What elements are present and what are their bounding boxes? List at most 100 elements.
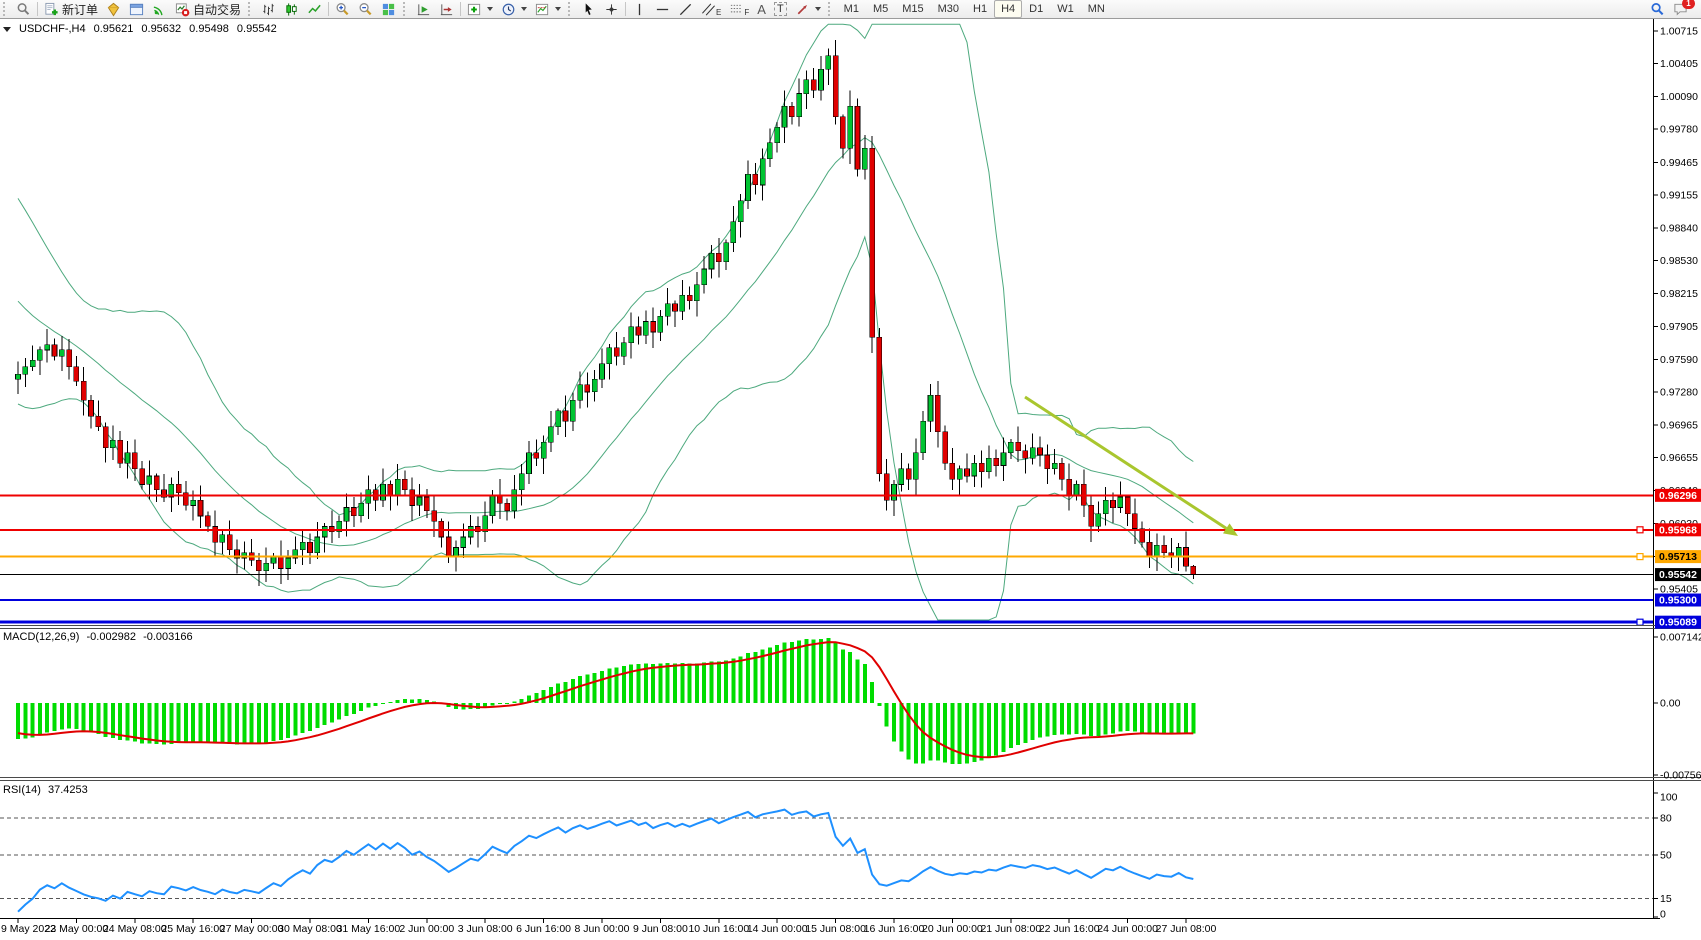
svg-text:0.97280: 0.97280 — [1660, 386, 1698, 398]
search-button[interactable] — [1646, 1, 1669, 18]
svg-text:0.98215: 0.98215 — [1660, 288, 1698, 300]
timeframe-w1[interactable]: W1 — [1050, 0, 1081, 18]
fibonacci-tool-button[interactable]: F — [725, 1, 753, 18]
new-order-button[interactable]: 新订单 — [40, 1, 102, 18]
autoscroll-icon — [416, 2, 431, 17]
svg-text:27 Jun 08:00: 27 Jun 08:00 — [1156, 923, 1217, 935]
symbol-period: USDCHF-,H4 — [19, 23, 86, 35]
autoscroll-button[interactable] — [412, 1, 435, 18]
chart-shift-button[interactable] — [435, 1, 458, 18]
timeframe-h4[interactable]: H4 — [994, 0, 1022, 18]
arrows-tool-button[interactable] — [791, 1, 825, 18]
text-label-icon: T — [774, 2, 787, 16]
svg-text:22 Jun 16:00: 22 Jun 16:00 — [1039, 923, 1100, 935]
svg-text:0.99155: 0.99155 — [1660, 189, 1698, 201]
equidistant-channel-tool-button[interactable]: E — [697, 1, 725, 18]
svg-text:16 Jun 16:00: 16 Jun 16:00 — [864, 923, 925, 935]
svg-text:20 Jun 00:00: 20 Jun 00:00 — [922, 923, 983, 935]
candles-layer — [16, 40, 1196, 586]
candlestick-chart-button[interactable] — [280, 1, 303, 18]
svg-text:3 Jun 08:00: 3 Jun 08:00 — [458, 923, 513, 935]
text-tool-icon: A — [757, 2, 766, 17]
toolbar-grip — [403, 2, 409, 16]
svg-text:25 May 16:00: 25 May 16:00 — [161, 923, 225, 935]
dropdown-caret-icon — [521, 7, 527, 11]
separator — [460, 2, 461, 16]
timeframe-m15[interactable]: M15 — [895, 0, 930, 18]
gold-gem-icon — [106, 2, 121, 17]
price-hlines[interactable] — [0, 495, 1653, 625]
svg-text:21 Jun 08:00: 21 Jun 08:00 — [980, 923, 1041, 935]
rsi-indicator-label: RSI(14) 37.4253 — [3, 784, 92, 796]
toolbar-grip — [568, 2, 574, 16]
trendline-icon — [678, 2, 693, 17]
svg-text:6 Jun 16:00: 6 Jun 16:00 — [516, 923, 571, 935]
svg-text:9 Jun 08:00: 9 Jun 08:00 — [633, 923, 688, 935]
svg-text:0.96655: 0.96655 — [1660, 452, 1698, 464]
svg-text:1.00090: 1.00090 — [1660, 91, 1698, 103]
text-tool-button[interactable]: A — [753, 1, 770, 18]
chart-window-button[interactable] — [125, 1, 148, 18]
cursor-tool-button[interactable] — [577, 1, 600, 18]
svg-text:24 May 08:00: 24 May 08:00 — [103, 923, 167, 935]
svg-text:0.99465: 0.99465 — [1660, 157, 1698, 169]
svg-text:0.98840: 0.98840 — [1660, 223, 1698, 235]
vertical-line-tool-button[interactable] — [628, 1, 651, 18]
search-icon — [1650, 2, 1665, 17]
svg-text:8 Jun 00:00: 8 Jun 00:00 — [575, 923, 630, 935]
timeframe-m30[interactable]: M30 — [931, 0, 966, 18]
clock-icon — [501, 2, 516, 17]
separator — [328, 2, 329, 16]
dropdown-caret-icon — [555, 7, 561, 11]
svg-text:50: 50 — [1660, 850, 1672, 862]
line-chart-button[interactable] — [303, 1, 326, 18]
horizontal-line-tool-button[interactable] — [651, 1, 674, 18]
svg-text:0.96965: 0.96965 — [1660, 420, 1698, 432]
toolbar-grip — [248, 2, 254, 16]
zoom-in-button[interactable] — [331, 1, 354, 18]
template-chart-icon — [535, 2, 550, 17]
svg-text:0.99780: 0.99780 — [1660, 124, 1698, 136]
collapse-icon[interactable] — [3, 27, 11, 32]
separator — [625, 2, 626, 16]
crosshair-tool-button[interactable] — [600, 1, 623, 18]
indicators-button[interactable] — [463, 1, 497, 18]
chart-canvas[interactable]: 1.007151.004051.000900.997800.994650.991… — [0, 19, 1701, 940]
svg-text:0.95300: 0.95300 — [1659, 595, 1697, 607]
timeframe-d1[interactable]: D1 — [1022, 0, 1050, 18]
rsi-value: 37.4253 — [48, 784, 88, 796]
text-label-tool-button[interactable]: T — [770, 1, 791, 18]
bar-close: 0.95542 — [237, 23, 277, 35]
svg-text:24 Jun 00:00: 24 Jun 00:00 — [1097, 923, 1158, 935]
svg-text:10 Jun 16:00: 10 Jun 16:00 — [688, 923, 749, 935]
signals-button[interactable] — [148, 1, 171, 18]
macd-value: -0.002982 — [86, 631, 136, 643]
svg-text:-0.007561: -0.007561 — [1660, 770, 1701, 782]
svg-text:0.95542: 0.95542 — [1659, 569, 1697, 581]
chat-button[interactable]: 1 — [1669, 1, 1697, 18]
tile-windows-button[interactable] — [377, 1, 400, 18]
timeframe-h1[interactable]: H1 — [966, 0, 994, 18]
zoom-out-button[interactable] — [354, 1, 377, 18]
price-axis[interactable]: 1.007151.004051.000900.997800.994650.991… — [1654, 26, 1701, 629]
bar-chart-button[interactable] — [257, 1, 280, 18]
trendline-tool-button[interactable] — [674, 1, 697, 18]
search-file-button[interactable] — [12, 1, 35, 18]
metaeditor-button[interactable] — [102, 1, 125, 18]
rsi-name: RSI(14) — [3, 784, 41, 796]
channel-glyph: E — [716, 8, 721, 17]
templates-button[interactable] — [531, 1, 565, 18]
periods-button[interactable] — [497, 1, 531, 18]
rsi-panel: 1008050150 — [0, 792, 1678, 921]
timeframe-mn[interactable]: MN — [1081, 0, 1112, 18]
timeframe-m1[interactable]: M1 — [837, 0, 866, 18]
time-axis[interactable]: 9 May 202223 May 00:0024 May 08:0025 May… — [1, 918, 1217, 935]
svg-text:0.96296: 0.96296 — [1659, 490, 1697, 502]
autotrading-button[interactable]: 自动交易 — [171, 1, 245, 18]
dropdown-caret-icon — [487, 7, 493, 11]
timeframe-m5[interactable]: M5 — [866, 0, 895, 18]
macd-panel: 0.0071420.00-0.007561 — [16, 632, 1701, 782]
magnifier-icon — [16, 2, 31, 17]
svg-text:0.95089: 0.95089 — [1659, 617, 1697, 629]
line-handle — [1637, 527, 1643, 533]
